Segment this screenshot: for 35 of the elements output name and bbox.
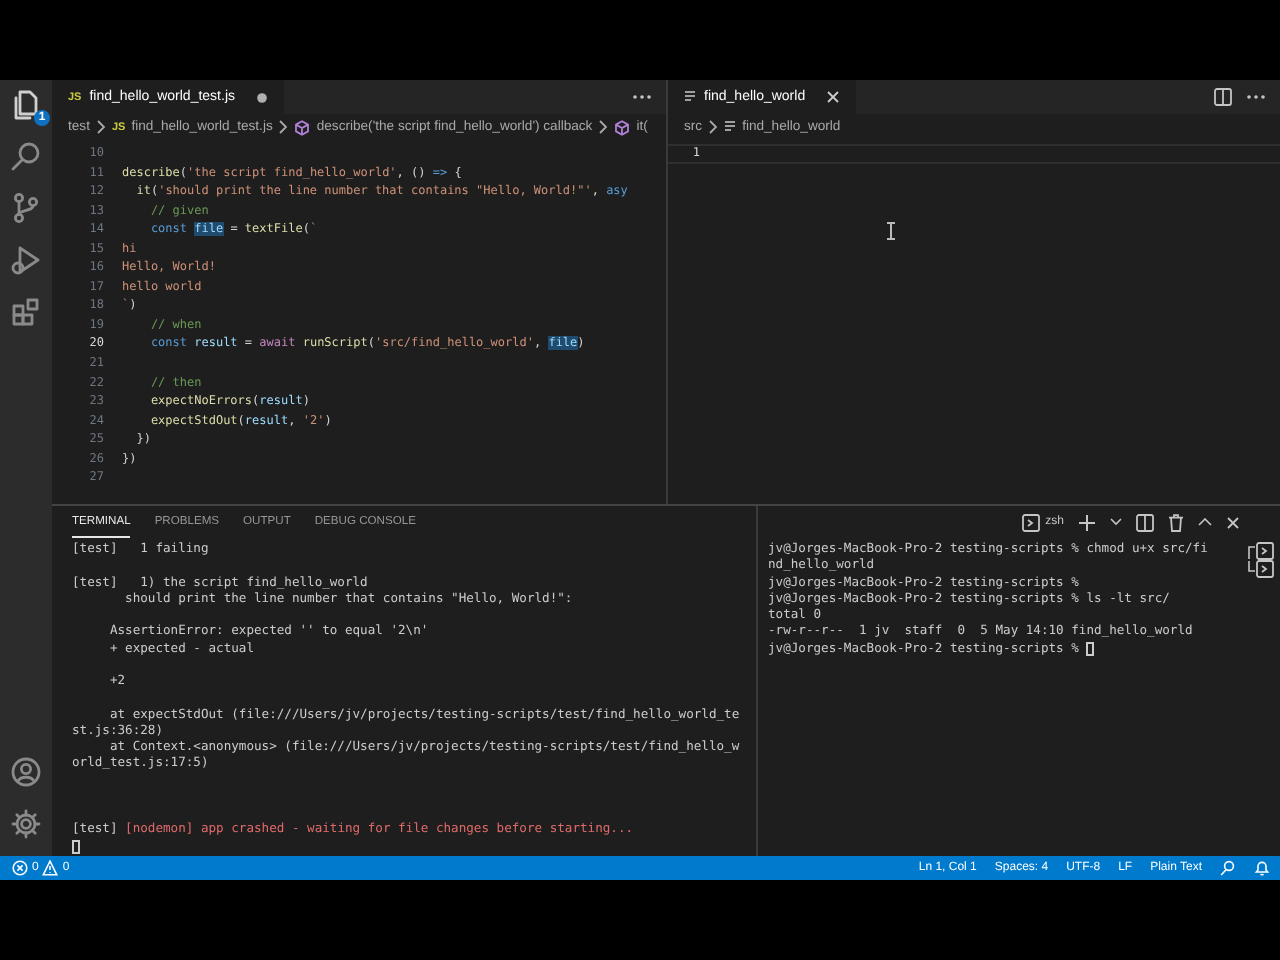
play-bug-icon[interactable] — [10, 244, 42, 276]
chevron-right-icon — [278, 120, 289, 134]
split-terminal-icon[interactable] — [1136, 513, 1154, 531]
warning-icon[interactable] — [42, 860, 59, 876]
close-icon[interactable] — [1226, 515, 1240, 529]
terminal-cursor — [72, 840, 79, 854]
terminal-icon[interactable] — [1021, 513, 1040, 531]
account-icon[interactable] — [10, 756, 42, 788]
terminal-tree-icon[interactable] — [1247, 560, 1273, 578]
error-icon[interactable] — [12, 860, 28, 876]
files-icon[interactable] — [10, 88, 42, 120]
close-icon[interactable] — [825, 90, 840, 104]
modified-dot-icon[interactable] — [255, 91, 267, 103]
search-icon[interactable] — [10, 140, 42, 172]
chevron-right-icon — [708, 120, 719, 134]
text-file-icon — [724, 120, 737, 134]
terminal-cursor — [1086, 642, 1094, 656]
bell-icon[interactable] — [1254, 860, 1270, 876]
terminal-tree-icon[interactable] — [1247, 542, 1273, 560]
settings-icon[interactable] — [10, 808, 42, 840]
trash-icon[interactable] — [1168, 513, 1184, 531]
split-editor-icon[interactable] — [1214, 88, 1232, 106]
text-file-icon — [684, 90, 696, 104]
cube-icon — [614, 119, 631, 135]
chevron-right-icon — [95, 120, 106, 134]
text-cursor-icon — [886, 222, 896, 240]
more-icon[interactable] — [1246, 94, 1266, 100]
chevron-up-icon[interactable] — [1198, 518, 1212, 526]
plus-icon[interactable] — [1078, 513, 1096, 531]
chevron-down-icon[interactable] — [1110, 518, 1122, 526]
branch-icon[interactable] — [10, 192, 42, 224]
cube-icon — [294, 119, 311, 135]
more-icon[interactable] — [632, 94, 652, 100]
extensions-icon[interactable] — [10, 296, 42, 328]
chevron-right-icon — [598, 120, 609, 134]
